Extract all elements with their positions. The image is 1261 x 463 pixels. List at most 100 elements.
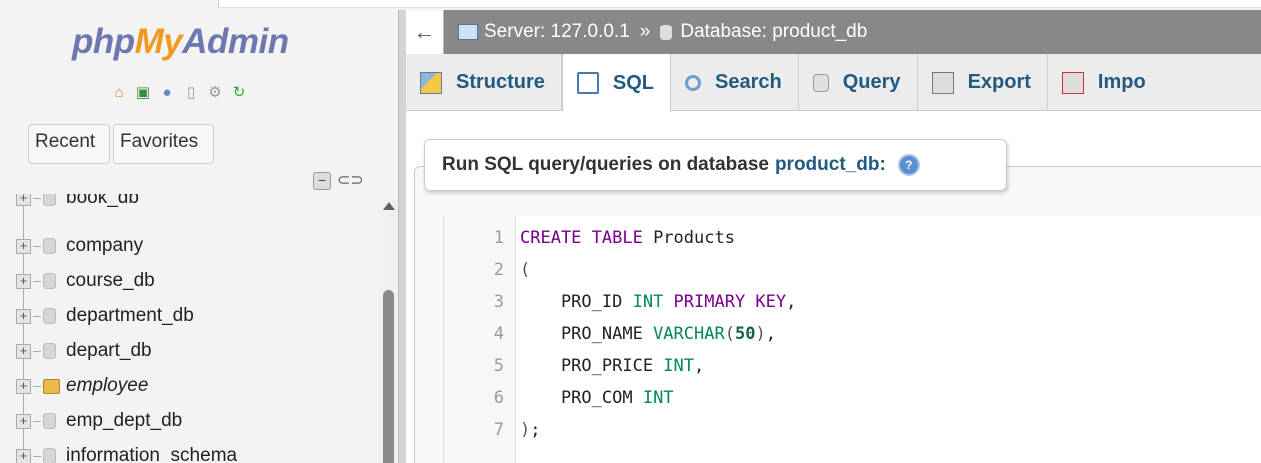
code-token: 50 <box>734 324 756 344</box>
code-token: , <box>694 356 705 376</box>
scrollbar-thumb[interactable] <box>383 290 394 463</box>
main-tabs: Structure SQL Search Query Export Impo <box>406 54 1261 112</box>
tree-item[interactable]: + depart_db <box>16 337 152 365</box>
tree-item[interactable]: + book_db <box>16 194 139 212</box>
tree-item-label: book_db <box>66 194 139 208</box>
navigation-panel: phpMyAdmin ⌂ ▣ ● ▯ ⚙ ↻ Recent Favorites … <box>0 10 398 463</box>
collapse-navigation-icon[interactable]: ← <box>406 10 444 54</box>
code-line: 7); <box>444 414 1261 446</box>
panel-resizer[interactable] <box>398 10 406 463</box>
sql-query-editor[interactable]: 1 CREATE TABLE Products 2(3 PRO_ID INT PRI… <box>443 216 1261 463</box>
expand-plus-icon[interactable]: + <box>16 378 31 394</box>
database-icon <box>43 448 56 463</box>
import-icon <box>1061 71 1084 94</box>
collapse-all-icon[interactable]: − <box>313 172 331 190</box>
line-number: 4 <box>493 324 504 344</box>
logo-text-my: My <box>134 22 183 61</box>
reload-icon[interactable]: ↻ <box>230 84 248 102</box>
code-token: INT <box>642 388 674 408</box>
code-line: 2( <box>444 254 1261 286</box>
tree-item[interactable]: + information_schema <box>16 442 237 463</box>
quick-links: ⌂ ▣ ● ▯ ⚙ ↻ <box>110 84 248 102</box>
docs-icon[interactable]: ▯ <box>182 84 200 102</box>
tree-item[interactable]: + employee <box>16 372 148 400</box>
sql-panel-legend: Run SQL query/queries on database produc… <box>424 139 1007 191</box>
legend-database-name: product_db: <box>774 154 886 175</box>
database-tree: + book_db + company + course_db + department_db… <box>0 194 378 463</box>
code-text: ); <box>510 414 541 446</box>
expand-plus-icon[interactable]: + <box>16 194 31 206</box>
recent-tab[interactable]: Recent <box>28 124 110 164</box>
code-token: PRO_COM <box>520 388 643 408</box>
code-text: PRO_ID INT PRIMARY KEY, <box>510 286 796 318</box>
line-number: 3 <box>493 292 504 312</box>
code-text: PRO_NAME VARCHAR(50), <box>510 318 776 350</box>
code-token: PRO_PRICE <box>520 356 664 376</box>
scroll-up-arrow-icon[interactable] <box>383 202 395 210</box>
tree-item-label: course_db <box>66 270 155 291</box>
help-icon[interactable]: ● <box>158 84 176 102</box>
code-token: VARCHAR <box>653 324 725 344</box>
tree-connector <box>33 245 41 247</box>
code-token: ( <box>724 324 735 344</box>
code-token: PRO_ID <box>520 292 633 312</box>
line-number: 2 <box>493 260 504 280</box>
top-input-area <box>218 0 1261 8</box>
tab-sql[interactable]: SQL <box>561 54 672 112</box>
home-icon[interactable]: ⌂ <box>110 84 128 102</box>
help-icon[interactable]: ? <box>897 154 920 176</box>
database-icon <box>43 194 56 206</box>
tree-connector <box>33 197 41 199</box>
code-line: 1 CREATE TABLE Products <box>444 222 1261 254</box>
tree-item[interactable]: + company <box>16 232 143 260</box>
code-token: ) <box>520 420 531 440</box>
expand-plus-icon[interactable]: + <box>16 308 31 324</box>
expand-plus-icon[interactable]: + <box>16 343 31 359</box>
expand-plus-icon[interactable]: + <box>16 273 31 289</box>
tab-search[interactable]: Search <box>671 54 799 111</box>
tree-item[interactable]: + course_db <box>16 267 155 295</box>
tab-label: SQL <box>612 71 655 94</box>
tree-item-label: emp_dept_db <box>66 410 183 431</box>
line-number: 7 <box>493 420 504 440</box>
tree-connector <box>33 455 41 457</box>
code-token: CREATE TABLE <box>520 228 643 248</box>
breadcrumb-database-link[interactable]: Database: product_db <box>680 21 867 43</box>
code-text: ( <box>510 254 530 286</box>
link-with-main-icon[interactable]: ⊂⊃ <box>337 170 364 190</box>
database-icon <box>43 413 56 429</box>
code-line: 4 PRO_NAME VARCHAR(50), <box>444 318 1261 350</box>
expand-plus-icon[interactable]: + <box>16 413 31 429</box>
tree-item[interactable]: + department_db <box>16 302 194 330</box>
search-icon <box>685 74 702 91</box>
logout-icon[interactable]: ▣ <box>134 84 152 102</box>
code-token: , <box>786 292 797 312</box>
tree-item[interactable]: + emp_dept_db <box>16 407 182 435</box>
line-number: 1 <box>493 228 504 248</box>
tree-item-label: department_db <box>66 305 194 326</box>
tab-query[interactable]: Query <box>799 54 918 111</box>
code-token: ; <box>530 420 541 440</box>
expand-plus-icon[interactable]: + <box>16 448 31 463</box>
code-token: ) <box>755 324 766 344</box>
tree-scrollbar[interactable] <box>379 200 398 463</box>
code-token: PRIMARY KEY <box>663 292 787 312</box>
breadcrumb: ← Server: 127.0.0.1 » Database: product_… <box>406 10 1261 54</box>
logo-text-php: php <box>72 22 135 61</box>
tab-structure[interactable]: Structure <box>406 54 562 111</box>
expand-plus-icon[interactable]: + <box>16 238 31 254</box>
breadcrumb-server-link[interactable]: Server: 127.0.0.1 <box>484 21 630 43</box>
tree-item-label: company <box>66 235 144 256</box>
tab-import[interactable]: Impo <box>1048 54 1162 111</box>
phpmyadmin-logo[interactable]: phpMyAdmin <box>72 22 289 62</box>
sql-icon <box>576 72 599 94</box>
code-token: ( <box>520 260 531 280</box>
tab-label: Structure <box>456 71 545 93</box>
gear-icon[interactable]: ⚙ <box>206 84 224 102</box>
tab-label: Export <box>967 71 1031 93</box>
server-icon <box>458 24 478 40</box>
line-number: 5 <box>493 356 504 376</box>
favorites-tab[interactable]: Favorites <box>113 124 214 164</box>
tab-export[interactable]: Export <box>918 54 1048 111</box>
tree-connector <box>33 420 41 422</box>
